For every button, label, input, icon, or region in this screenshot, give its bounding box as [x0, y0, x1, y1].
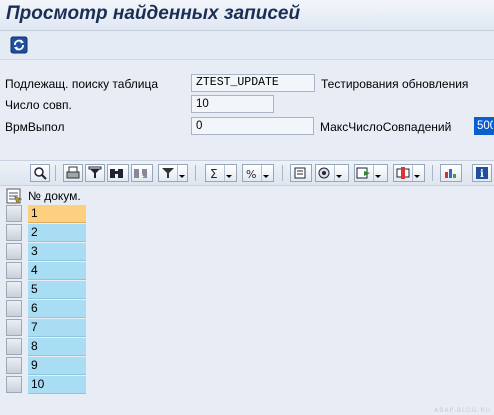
- chevron-down-icon: [224, 165, 233, 181]
- layout-button[interactable]: [393, 164, 425, 182]
- column-header-doc-number[interactable]: № докум.: [28, 188, 88, 204]
- row-selector[interactable]: [6, 205, 22, 222]
- view-change-button[interactable]: [315, 164, 349, 182]
- toolbar-separator: [55, 165, 56, 181]
- table-row: 6: [6, 300, 88, 318]
- filter-funnel-icon: [86, 165, 104, 181]
- row-selector[interactable]: [6, 319, 22, 336]
- graphic-icon: [441, 165, 459, 181]
- svg-text:Σ: Σ: [210, 167, 218, 180]
- subtotal-button[interactable]: %: [242, 164, 274, 182]
- table-row: 10: [6, 376, 88, 394]
- info-icon: i: [473, 165, 491, 181]
- chevron-down-icon: [261, 165, 270, 181]
- export-button[interactable]: [354, 164, 388, 182]
- hits-label: Число совп.: [5, 98, 72, 112]
- find-button[interactable]: [107, 164, 129, 182]
- row-selector[interactable]: [6, 243, 22, 260]
- search-info-form: Подлежащ. поиску таблица ZTEST_UPDATE Те…: [0, 60, 494, 158]
- runtime-field[interactable]: 0: [191, 117, 314, 135]
- filter-funnel-button[interactable]: [85, 164, 105, 182]
- binoculars-find-icon: [108, 165, 126, 181]
- table-cell[interactable]: 6: [28, 300, 86, 318]
- chevron-down-icon: [334, 165, 343, 181]
- row-selector[interactable]: [6, 224, 22, 241]
- title-bar: Просмотр найденных записей: [0, 0, 494, 31]
- table-cell[interactable]: 5: [28, 281, 86, 299]
- row-selector[interactable]: [6, 338, 22, 355]
- filter-button[interactable]: [158, 164, 188, 182]
- print-button[interactable]: [63, 164, 83, 182]
- graphic-button[interactable]: [440, 164, 462, 182]
- info-button[interactable]: i: [472, 164, 492, 182]
- print-preview-button[interactable]: [290, 164, 312, 182]
- print-preview-icon: [291, 165, 309, 181]
- table-cell[interactable]: 1: [28, 205, 86, 223]
- alv-toolbar: + Σ % i: [0, 160, 494, 186]
- table-row: 7: [6, 319, 88, 337]
- table-description: Тестирования обновления: [321, 77, 469, 91]
- print-icon: [64, 165, 82, 181]
- svg-text:i: i: [480, 169, 484, 180]
- row-selector[interactable]: [6, 376, 22, 393]
- chevron-down-icon: [412, 165, 421, 181]
- application-toolbar: [0, 31, 494, 60]
- details-icon: [31, 165, 49, 181]
- table-cell[interactable]: 8: [28, 338, 86, 356]
- toolbar-separator: [195, 165, 196, 181]
- page-title: Просмотр найденных записей: [6, 3, 301, 24]
- table-row: 5: [6, 281, 88, 299]
- table-cell[interactable]: 2: [28, 224, 86, 242]
- chevron-down-icon: [373, 165, 382, 181]
- max-hits-label: МаксЧислоСовпадений: [320, 120, 452, 134]
- row-selector[interactable]: [6, 262, 22, 279]
- toolbar-separator: [432, 165, 433, 181]
- svg-text:%: %: [246, 168, 256, 180]
- hits-field[interactable]: 10: [191, 95, 274, 113]
- sum-button[interactable]: Σ: [205, 164, 237, 182]
- watermark: ABAP-BLOG.RU: [434, 407, 491, 414]
- table-cell[interactable]: 9: [28, 357, 86, 375]
- table-field[interactable]: ZTEST_UPDATE: [191, 74, 315, 92]
- layout-icon: [394, 165, 412, 181]
- chevron-down-icon: [177, 165, 186, 181]
- table-row: 3: [6, 243, 88, 261]
- row-selector[interactable]: [6, 281, 22, 298]
- table-row: 1: [6, 205, 88, 223]
- table-cell[interactable]: 4: [28, 262, 86, 280]
- toolbar-separator: [282, 165, 283, 181]
- select-all-icon: [6, 188, 23, 204]
- subtotal-icon: %: [243, 165, 261, 181]
- table-label: Подлежащ. поиску таблица: [5, 77, 159, 91]
- details-button[interactable]: [30, 164, 50, 182]
- table-cell[interactable]: 10: [28, 376, 86, 394]
- table-row: 4: [6, 262, 88, 280]
- export-icon: [355, 165, 373, 181]
- sum-icon: Σ: [206, 165, 224, 181]
- table-cell[interactable]: 7: [28, 319, 86, 337]
- table-row: 8: [6, 338, 88, 356]
- table-row: 2: [6, 224, 88, 242]
- select-all-button[interactable]: [6, 188, 23, 204]
- max-hits-field[interactable]: 500: [474, 117, 494, 135]
- runtime-label: ВрмВыпол: [5, 120, 65, 134]
- table-cell[interactable]: 3: [28, 243, 86, 261]
- find-next-button[interactable]: +: [131, 164, 153, 182]
- view-change-icon: [316, 165, 334, 181]
- table-row: 9: [6, 357, 88, 375]
- row-selector[interactable]: [6, 300, 22, 317]
- svg-text:+: +: [140, 172, 145, 180]
- refresh-icon: [10, 36, 28, 54]
- row-selector[interactable]: [6, 357, 22, 374]
- find-next-icon: +: [132, 165, 150, 181]
- refresh-button[interactable]: [10, 36, 28, 54]
- filter-icon: [159, 165, 177, 181]
